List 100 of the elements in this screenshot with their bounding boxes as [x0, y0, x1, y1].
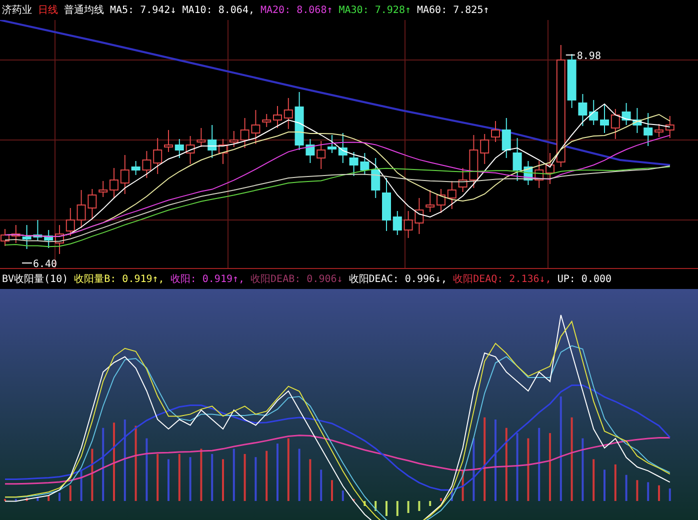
candlestick [328, 134, 336, 154]
candlestick [502, 118, 511, 158]
volume-bar [636, 480, 638, 501]
candlestick [174, 138, 184, 158]
candlestick [644, 112, 653, 146]
volume-bar [14, 498, 17, 501]
ma-value: MA20: 8.068↑ [260, 4, 333, 16]
candlestick [371, 158, 380, 198]
high-price-label: 8.98 [565, 51, 601, 62]
candlestick [22, 224, 32, 250]
candlestick [622, 102, 631, 126]
candlestick [76, 190, 86, 228]
indicator-value: 收阳DEAQ: 2.136↓, [453, 273, 552, 286]
indicator-value: 收阳DEAB: 0.906↓ [250, 273, 343, 286]
volume-bar [418, 501, 420, 511]
volume-bar [156, 454, 159, 501]
volume-bar [26, 498, 28, 501]
candlestick [142, 150, 152, 178]
candlestick [360, 152, 370, 176]
volume-bar [374, 501, 377, 511]
volume-bar [178, 454, 180, 501]
stock-name: 济药业 [2, 4, 32, 17]
candlestick [306, 138, 315, 164]
volume-bar [396, 501, 398, 516]
candlestick [164, 130, 173, 152]
candlestick [567, 54, 576, 108]
candlestick [524, 160, 533, 186]
volume-bar [189, 457, 192, 501]
volume-bar [527, 438, 530, 501]
candlestick [600, 104, 609, 134]
candlestick [120, 154, 130, 194]
ma-value: MA60: 7.825↑ [416, 4, 490, 16]
volume-bar [450, 490, 453, 501]
volume-bar [146, 438, 148, 501]
volume-bar [592, 459, 595, 501]
candlestick [240, 118, 250, 148]
volume-bar [211, 454, 214, 501]
indicator-name: 普通均线 [64, 4, 104, 17]
volume-bar [668, 488, 671, 501]
candlestick [610, 108, 620, 140]
candlestick [316, 140, 326, 170]
candlestick [251, 110, 260, 144]
candlestick [436, 188, 446, 214]
volume-bar [320, 470, 322, 501]
volume-bar [287, 438, 290, 501]
candlestick [654, 124, 664, 138]
candlestick [534, 160, 544, 188]
candlestick [11, 224, 20, 244]
candlestick [196, 128, 206, 148]
candlestick [546, 152, 554, 184]
volume-bar [266, 450, 268, 501]
volume-bar [582, 438, 584, 501]
volume-bar [614, 464, 616, 501]
candlestick [262, 114, 272, 128]
volume-bar [200, 448, 202, 501]
candlestick [88, 188, 97, 220]
ma-value: MA30: 7.928↑ [338, 4, 411, 16]
candlestick [186, 136, 195, 164]
volume-bar [298, 448, 300, 501]
candlestick [392, 210, 402, 236]
candlestick [273, 106, 282, 128]
candlestick [153, 138, 162, 174]
candlestick [480, 134, 490, 164]
candlestick [44, 230, 54, 248]
volume-bar [462, 470, 464, 501]
candlestick [447, 180, 456, 210]
candlestick [55, 224, 64, 254]
indicator-value: BV收阳量(10) [2, 273, 68, 286]
candlestick [426, 190, 435, 212]
candlestick [491, 120, 500, 142]
candlestick [578, 94, 588, 126]
candlestick [66, 208, 75, 236]
candlestick [382, 178, 391, 232]
indicator-value: 收阳DEAC: 0.996↓, [348, 273, 448, 286]
volume-bar [516, 433, 518, 501]
volume-bar [647, 482, 650, 501]
candlestick [294, 92, 304, 150]
volume-bar [91, 448, 94, 501]
volume-bar [232, 448, 235, 501]
low-price-label: 6.40 [22, 259, 58, 269]
candlestick [414, 198, 424, 234]
volume-bar [36, 496, 39, 501]
volume-bar [254, 457, 257, 501]
volume-bar [352, 498, 355, 501]
candlestick [110, 168, 118, 198]
period-label: 日线 [38, 4, 58, 17]
volume-bar [364, 501, 366, 506]
candlestick [512, 138, 522, 182]
candlestick [284, 98, 293, 130]
indicator-value: UP: 0.000 [557, 274, 612, 284]
candlestick [632, 108, 642, 134]
volume-bar [342, 490, 344, 501]
volume-bar [69, 485, 72, 501]
volume-bar [48, 496, 50, 501]
candlestick [229, 130, 238, 148]
candlestick [33, 220, 42, 242]
volume-bar [309, 459, 312, 501]
indicator-value: 收阳量B: 0.919↑, [74, 273, 164, 286]
candlestick [589, 100, 598, 126]
candlestick [469, 134, 478, 188]
